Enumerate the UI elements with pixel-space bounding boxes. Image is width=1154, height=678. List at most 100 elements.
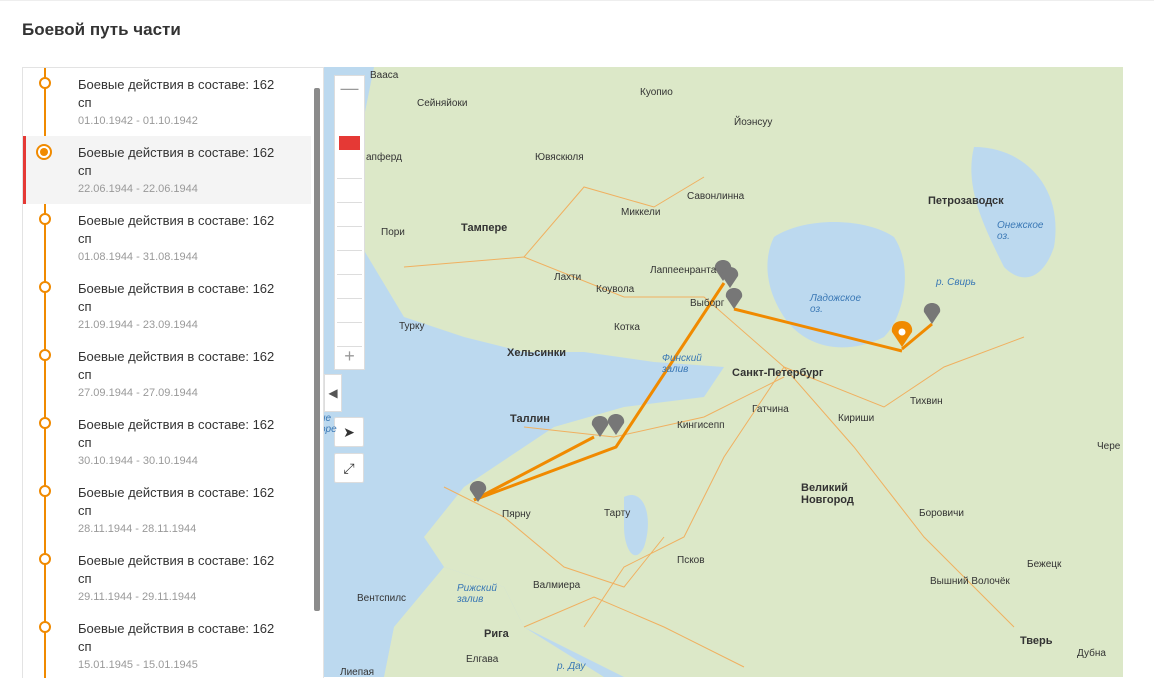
timeline-item[interactable]: Боевые действия в составе: 162 сп 22.06.1… (23, 136, 311, 204)
timeline-item-date: 01.10.1942 - 01.10.1942 (78, 115, 198, 127)
timeline-item-label: Боевые действия в составе: 162 сп (78, 553, 275, 586)
timeline-item[interactable]: Боевые действия в составе: 162 сп 30.10.1… (23, 408, 311, 476)
zoom-out-button[interactable]: — (335, 76, 364, 100)
place-label: Вышний Волочёк (930, 576, 1010, 587)
timeline-item-date: 21.09.1944 - 23.09.1944 (78, 319, 198, 331)
place-label: Тихвин (910, 396, 943, 407)
place-label: Выборг (690, 298, 725, 309)
timeline-item[interactable]: Боевые действия в составе: 162 сп 01.10.1… (23, 68, 311, 136)
timeline-item-label: Боевые действия в составе: 162 сп (78, 485, 275, 518)
place-label: Вааса (370, 70, 399, 81)
place-label: Кингисепп (677, 420, 725, 431)
place-label: Кириши (838, 413, 875, 424)
page-title: Боевой путь части (22, 20, 181, 39)
place-label: Миккели (621, 207, 661, 218)
place-label: Великий Новгород (801, 482, 854, 506)
timeline-item-label: Боевые действия в составе: 162 сп (78, 621, 275, 654)
place-label: Тверь (1020, 635, 1053, 647)
place-label: Тарту (604, 508, 631, 519)
place-label: Тампере (461, 222, 508, 234)
timeline-item[interactable]: Боевые действия в составе: 162 сп 15.01.1… (23, 612, 311, 678)
place-label: Елгава (466, 654, 499, 665)
timeline-dot (36, 144, 52, 160)
timeline-item-label: Боевые действия в составе: 162 сп (78, 281, 275, 314)
active-indicator (23, 136, 26, 204)
timeline-item-label: Боевые действия в составе: 162 сп (78, 213, 275, 246)
timeline-dot (39, 553, 51, 565)
timeline-scrollbar[interactable] (314, 88, 320, 611)
place-label: Гатчина (752, 404, 789, 415)
top-divider (0, 0, 1154, 1)
timeline-dot (39, 417, 51, 429)
zoom-step[interactable] (337, 204, 362, 227)
place-label: Пярну (502, 509, 531, 520)
timeline-item-date: 28.11.1944 - 28.11.1944 (78, 523, 197, 535)
place-label: Сейняйоки (417, 98, 468, 109)
timeline-item-date: 22.06.1944 - 22.06.1944 (78, 183, 198, 195)
timeline-item-date: 30.10.1944 - 30.10.1944 (78, 455, 198, 467)
zoom-step[interactable] (337, 252, 362, 275)
timeline-item[interactable]: Боевые действия в составе: 162 сп 27.09.1… (23, 340, 311, 408)
timeline-dot (39, 77, 51, 89)
timeline-dot (39, 213, 51, 225)
zoom-in-button[interactable]: + (335, 344, 364, 368)
place-label: Санкт-Петербург (732, 367, 824, 379)
timeline-dot (39, 485, 51, 497)
timeline-item[interactable]: Боевые действия в составе: 162 сп 21.09.1… (23, 272, 311, 340)
place-label: Таллин (510, 413, 550, 425)
timeline-item-date: 01.08.1944 - 31.08.1944 (78, 251, 198, 263)
timeline-dot (39, 281, 51, 293)
zoom-control: — + (334, 75, 365, 370)
place-label: Боровичи (919, 508, 964, 519)
place-label: Валмиера (533, 580, 581, 591)
place-label: Коувола (596, 284, 635, 295)
place-label: Чере (1097, 441, 1121, 452)
timeline-dot (39, 349, 51, 361)
timeline-item-label: Боевые действия в составе: 162 сп (78, 417, 275, 450)
place-label: Хельсинки (507, 347, 566, 359)
chevron-left-icon: ◀ (328, 386, 338, 400)
place-label: апферд (366, 152, 402, 163)
zoom-step[interactable] (337, 180, 362, 203)
place-label: Псков (677, 555, 705, 566)
place-label: Пори (381, 227, 405, 238)
water-label: р. Дау (557, 661, 586, 672)
place-label: Ювяскюля (535, 152, 584, 163)
timeline-item-label: Боевые действия в составе: 162 сп (78, 77, 275, 110)
timeline-panel: Боевые действия в составе: 162 сп 01.10.1… (22, 67, 324, 678)
timeline-item-date: 15.01.1945 - 15.01.1945 (78, 659, 198, 671)
place-label: Рига (484, 628, 509, 640)
place-label: Савонлинна (687, 191, 745, 202)
place-label: Дубна (1077, 648, 1106, 659)
place-label: Бежецк (1027, 559, 1062, 570)
navigation-arrow-icon: ➤ (343, 424, 355, 440)
zoom-step[interactable] (337, 156, 362, 179)
zoom-step[interactable] (337, 300, 362, 323)
map-view[interactable]: — + ◀ ➤ ⤢ Вааса Сейняйоки Куопио Йоэнсуу… (324, 67, 1123, 677)
timeline-item-label: Боевые действия в составе: 162 сп (78, 349, 275, 382)
expand-icon: ⤢ (343, 460, 355, 476)
fullscreen-button[interactable]: ⤢ (334, 453, 364, 483)
water-label: р. Свирь (936, 277, 976, 288)
water-label: Финский залив (662, 353, 702, 375)
zoom-level-indicator (339, 136, 360, 150)
place-label: Йоэнсуу (734, 117, 773, 128)
zoom-step[interactable] (337, 276, 362, 299)
place-label: Вентспилс (357, 593, 407, 604)
timeline-item[interactable]: Боевые действия в составе: 162 сп 28.11.1… (23, 476, 311, 544)
collapse-panel-button[interactable]: ◀ (324, 374, 342, 412)
place-label: Лиепая (340, 667, 375, 677)
timeline-item-label: Боевые действия в составе: 162 сп (78, 145, 275, 178)
timeline-item[interactable]: Боевые действия в составе: 162 сп 01.08.1… (23, 204, 311, 272)
timeline-item-date: 29.11.1944 - 29.11.1944 (78, 591, 197, 603)
place-label: Лаппеенранта (650, 265, 717, 276)
timeline-item[interactable]: Боевые действия в составе: 162 сп 29.11.1… (23, 544, 311, 612)
place-label: Петрозаводск (928, 195, 1004, 207)
water-label: Онежское оз. (997, 220, 1044, 242)
place-label: Котка (614, 322, 640, 333)
timeline-item-date: 27.09.1944 - 27.09.1944 (78, 387, 198, 399)
water-label: Рижский залив (457, 583, 497, 605)
timeline-dot (39, 621, 51, 633)
water-label: ие оре (324, 413, 337, 435)
zoom-step[interactable] (337, 228, 362, 251)
